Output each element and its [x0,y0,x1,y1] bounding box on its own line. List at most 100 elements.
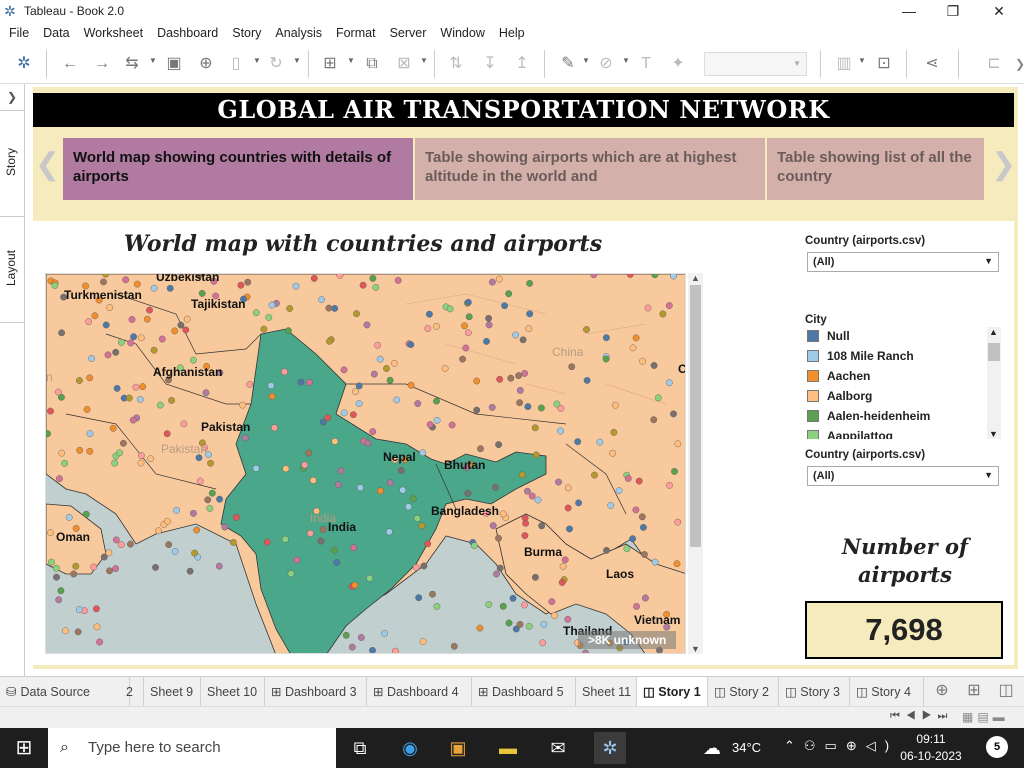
airport-dot[interactable] [326,337,333,345]
legend-scroll-up-icon[interactable]: ▲ [989,327,998,337]
airport-dot[interactable] [58,329,66,337]
airport-dot[interactable] [665,379,673,387]
airport-dot[interactable] [591,471,598,479]
airport-dot[interactable] [215,562,223,570]
airport-dot[interactable] [496,375,504,383]
airport-dot[interactable] [534,496,542,504]
airport-dot[interactable] [507,374,515,382]
airport-dot[interactable] [377,487,384,495]
airport-dot[interactable] [461,322,468,330]
mail-icon[interactable]: ✉ [546,736,570,760]
airport-dot[interactable] [495,441,502,449]
airport-dot[interactable] [263,538,271,546]
airport-dot[interactable] [603,334,610,342]
tableau-taskbar-icon[interactable]: ✲ [594,732,626,764]
airport-dot[interactable] [310,275,318,282]
airport-dot[interactable] [531,424,539,432]
presentation-mode-icon[interactable]: ⊡ [874,54,894,74]
airport-dot[interactable] [86,430,94,438]
airport-dot[interactable] [355,400,363,407]
weather-temp[interactable]: 34°C [732,740,761,755]
airport-dot[interactable] [385,528,393,536]
tab-sheet-2[interactable]: 2 [122,677,144,707]
scroll-down-icon[interactable]: ▼ [688,644,703,654]
airport-dot[interactable] [635,477,643,485]
airport-dot[interactable] [381,629,388,637]
airport-dot[interactable] [433,602,441,610]
airport-dot[interactable] [557,427,564,435]
airport-dot[interactable] [420,562,428,570]
airport-dot[interactable] [137,334,145,342]
airport-dot[interactable] [638,513,646,521]
legend-label[interactable]: Aalborg [827,389,872,403]
airport-dot[interactable] [670,410,677,418]
airport-dot[interactable] [51,281,59,289]
airport-dot[interactable] [357,634,365,641]
map-scrollbar[interactable]: ▲ ▼ [688,273,703,654]
airport-dot[interactable] [72,562,80,570]
airport-dot[interactable] [337,467,345,475]
airport-dot[interactable] [65,513,73,521]
airport-dot[interactable] [557,404,565,412]
toolbar-more-icon[interactable]: ❯ [1010,54,1024,74]
world-map[interactable]: Uzbekistan Turkmenistan Tajikistan Afgha… [45,273,686,654]
city-legend[interactable]: Null 108 Mile Ranch Aachen Aalborg Aalen… [807,327,1001,439]
airport-dot[interactable] [340,409,348,417]
menu-analysis[interactable]: Analysis [268,22,329,44]
airport-dot[interactable] [509,594,517,602]
airport-dot[interactable] [639,357,646,365]
new-story-icon[interactable]: ◫ [996,681,1016,701]
pin-icon[interactable]: ✦ [668,54,688,74]
airport-dot[interactable] [86,374,94,382]
menu-server[interactable]: Server [383,22,434,44]
airport-dot[interactable] [325,304,333,312]
airport-dot[interactable] [171,547,179,555]
airport-dot[interactable] [407,381,415,389]
airport-dot[interactable] [237,281,245,289]
taskbar-search-box[interactable]: ⌕ Type here to search [48,728,336,768]
airport-dot[interactable] [138,452,145,460]
airport-dot[interactable] [674,440,682,448]
airport-dot[interactable] [117,541,125,549]
airport-dot[interactable] [132,383,140,391]
airport-dot[interactable] [473,406,481,414]
airport-dot[interactable] [182,326,190,334]
airport-dot[interactable] [671,467,678,475]
airport-dot[interactable] [139,383,147,391]
menu-window[interactable]: Window [433,22,491,44]
airport-dot[interactable] [136,396,144,403]
menu-dashboard[interactable]: Dashboard [150,22,225,44]
menu-worksheet[interactable]: Worksheet [77,22,151,44]
airport-dot[interactable] [164,517,171,525]
airport-dot[interactable] [654,394,662,402]
airport-dot[interactable] [118,338,125,346]
duplicate-sheet-icon[interactable]: ⧉ [362,54,382,74]
airport-dot[interactable] [127,339,135,347]
airport-dot[interactable] [624,475,632,482]
airport-dot[interactable] [424,540,432,548]
airport-dot[interactable] [369,275,377,282]
airport-dot[interactable] [425,310,433,318]
airport-dot[interactable] [76,377,83,384]
airport-dot[interactable] [156,401,164,409]
airport-dot[interactable] [483,338,490,345]
airport-dot[interactable] [610,428,618,436]
airport-dot[interactable] [353,310,360,318]
scroll-up-icon[interactable]: ▲ [688,273,703,283]
airport-dot[interactable] [204,496,212,504]
airport-dot[interactable] [331,546,339,554]
legend-label[interactable]: 108 Mile Ranch [827,349,914,363]
tab-sheet-11[interactable]: Sheet 11 [576,677,637,707]
airport-dot[interactable] [493,570,500,578]
country-filter-dropdown[interactable]: (All) ▼ [807,252,999,272]
airport-dot[interactable] [180,420,188,428]
airport-dot[interactable] [369,428,377,436]
airport-dot[interactable] [607,502,615,509]
airport-dot[interactable] [612,401,619,409]
airport-dot[interactable] [632,506,640,514]
airport-dot[interactable] [499,602,507,610]
airport-dot[interactable] [146,306,153,314]
airport-dot[interactable] [47,529,54,537]
airport-dot[interactable] [670,274,677,280]
airport-dot[interactable] [111,459,119,467]
